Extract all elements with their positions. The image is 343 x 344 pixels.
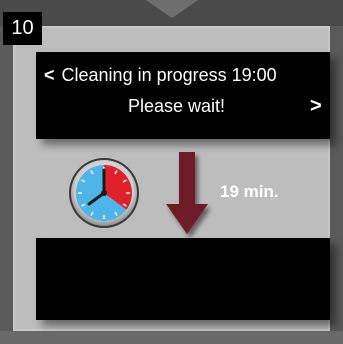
device-frame-bottom — [0, 331, 343, 344]
chevron-right-icon[interactable]: > — [310, 95, 322, 118]
display-line-2: Please wait! — [128, 96, 226, 116]
chevron-left-icon[interactable]: < — [44, 65, 55, 85]
display-status-text: Cleaning in progress 19:00 — [61, 65, 277, 85]
remaining-time-label: 19 min. — [220, 182, 279, 201]
display-line-1: < Cleaning in progress 19:00 — [44, 65, 277, 86]
frame-notch — [146, 0, 198, 18]
down-arrow-icon — [166, 152, 208, 234]
step-number-badge: 10 — [3, 12, 42, 45]
stopwatch-clock-icon — [69, 158, 139, 228]
control-display: < Cleaning in progress 19:00 Please wait… — [36, 52, 330, 139]
secondary-display — [36, 238, 330, 320]
